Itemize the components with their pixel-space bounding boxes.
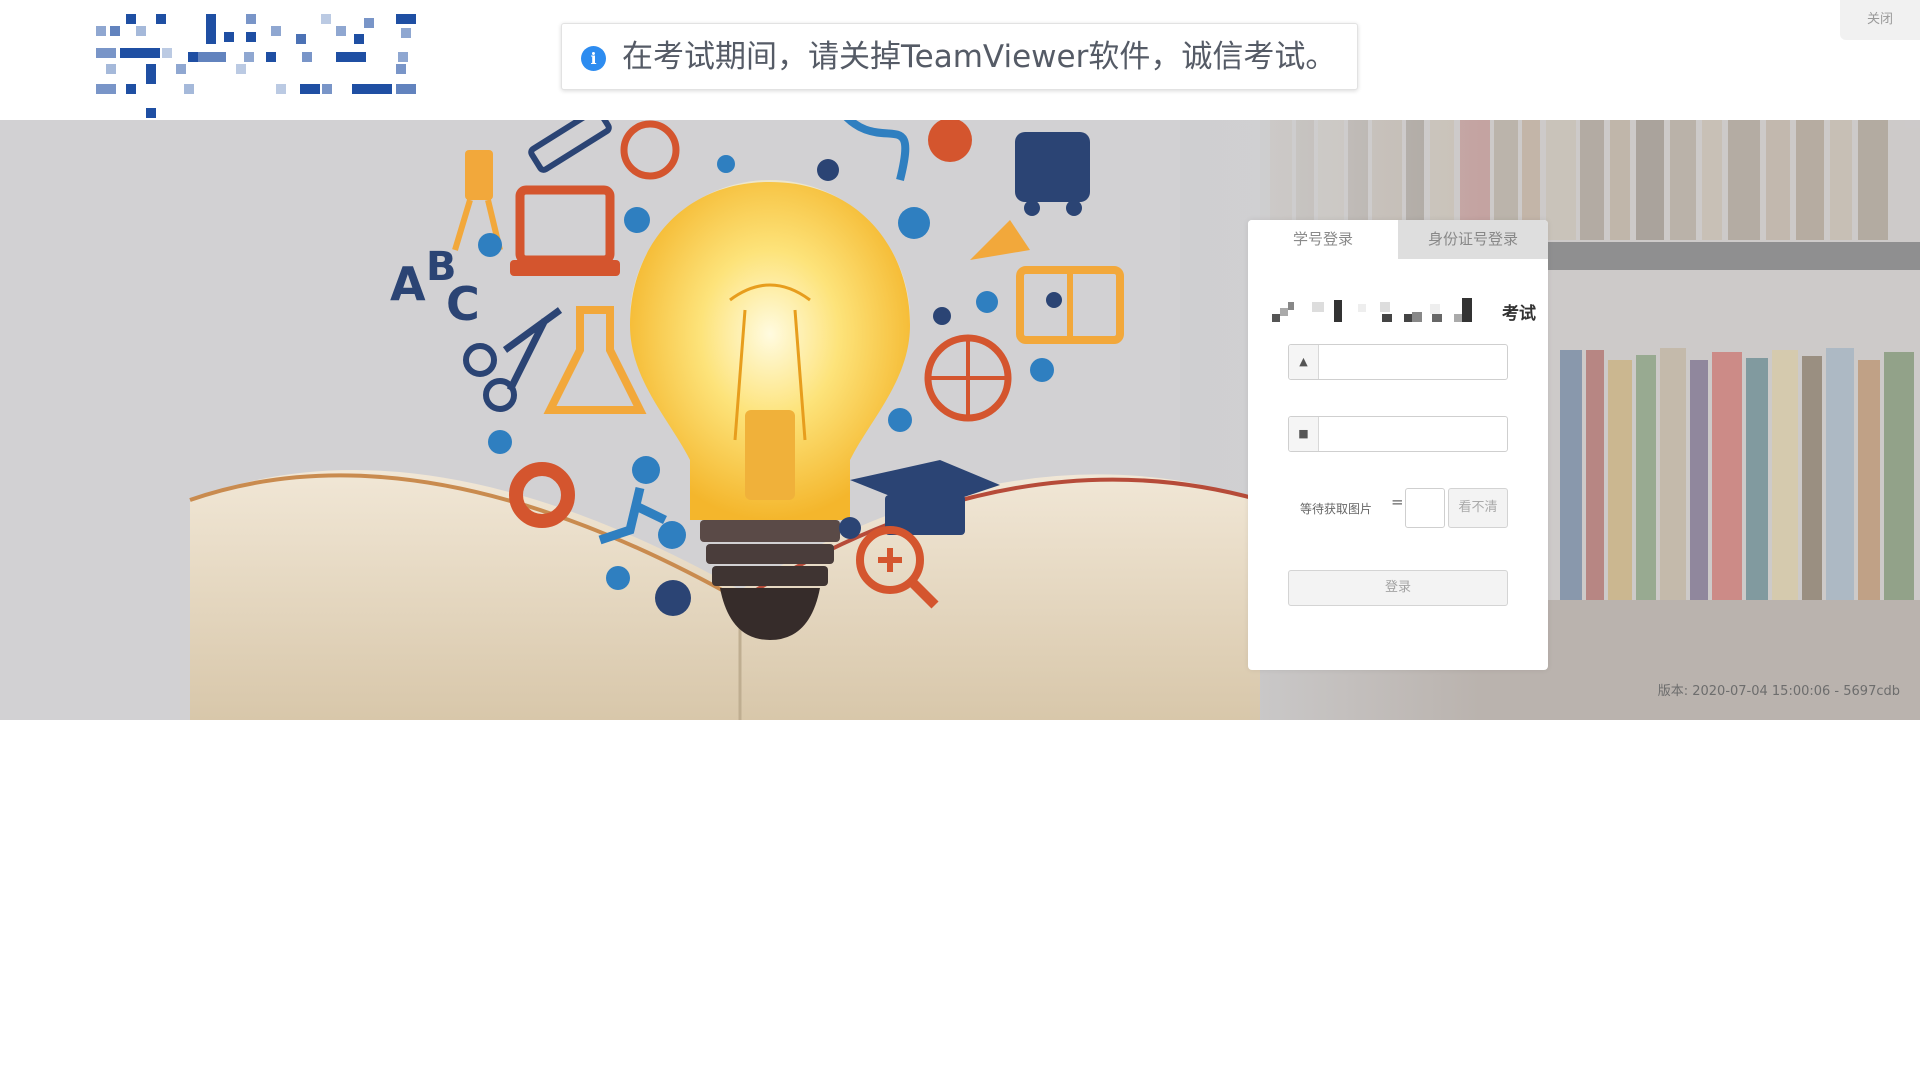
info-icon: i	[581, 46, 606, 71]
page-header: i 在考试期间，请关掉TeamViewer软件，诚信考试。 关闭	[0, 0, 1920, 120]
school-logo	[96, 14, 416, 118]
redacted-title-mosaic	[1272, 298, 1472, 322]
close-button[interactable]: 关闭	[1840, 0, 1920, 40]
tab-student-id-login[interactable]: 学号登录	[1248, 220, 1398, 259]
login-button[interactable]: 登录	[1288, 570, 1508, 606]
tab-id-card-login[interactable]: 身份证号登录	[1398, 220, 1548, 259]
password-input[interactable]	[1319, 417, 1505, 449]
svg-text:C: C	[446, 277, 480, 331]
password-field: ■	[1288, 416, 1508, 452]
captcha-equals: =	[1391, 493, 1404, 511]
username-field: ▲	[1288, 344, 1508, 380]
version-info: 版本: 2020-07-04 15:00:06 - 5697cdb	[1657, 684, 1900, 699]
login-panel: 学号登录 身份证号登录 考试 ▲ ■ 等待获取图片 = 看不清 登录	[1248, 220, 1548, 670]
captcha-status-label: 等待获取图片	[1300, 502, 1373, 516]
notice-text: 在考试期间，请关掉TeamViewer软件，诚信考试。	[622, 39, 1337, 75]
user-icon: ▲	[1289, 345, 1319, 379]
hero-banner: A B C	[0, 120, 1920, 720]
captcha-input[interactable]	[1405, 488, 1445, 528]
username-input[interactable]	[1319, 345, 1505, 377]
exam-integrity-notice: i 在考试期间，请关掉TeamViewer软件，诚信考试。	[561, 23, 1358, 90]
exam-title-text: 考试	[1502, 304, 1536, 324]
hero-illustration: A B C	[0, 120, 1920, 720]
exam-title: 考试	[1272, 296, 1536, 326]
captcha-refresh-button[interactable]: 看不清	[1448, 488, 1508, 528]
svg-text:A: A	[390, 257, 426, 311]
lock-icon: ■	[1289, 417, 1319, 451]
